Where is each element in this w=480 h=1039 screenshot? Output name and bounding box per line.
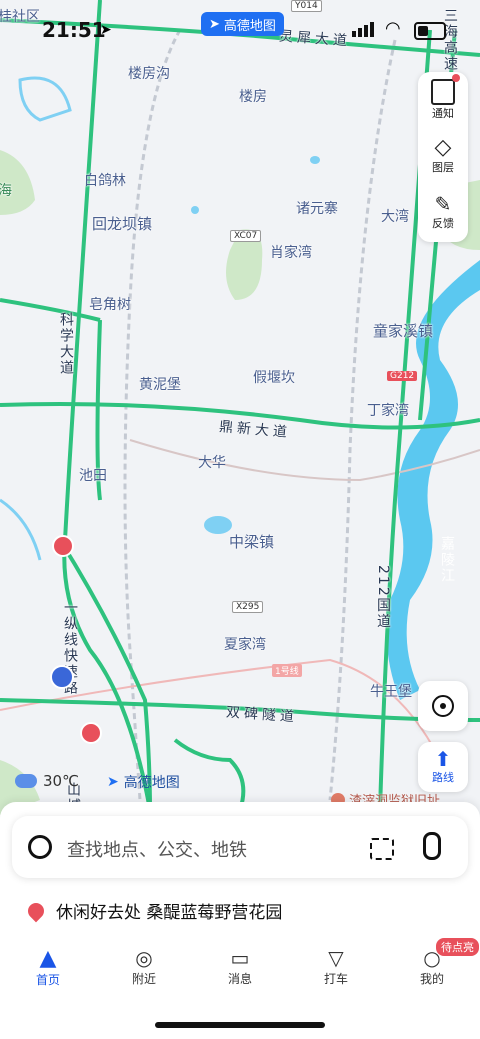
road-label: 科学大道	[58, 312, 74, 376]
notice-button[interactable]: 通知	[418, 72, 468, 128]
place-label[interactable]: 丁家湾	[367, 400, 409, 420]
tab-label: 附近	[131, 972, 156, 986]
tab-label: 打车	[323, 972, 348, 986]
road-code-badge: XC07	[230, 230, 262, 242]
road-code-badge: G212	[387, 371, 418, 381]
cloud-icon	[15, 774, 37, 788]
place-label[interactable]: 大湾	[381, 206, 409, 226]
notice-label: 通知	[432, 107, 454, 120]
notice-icon	[431, 74, 460, 105]
status-time: 21:51	[42, 18, 106, 42]
place-label[interactable]: 诸元寨	[296, 198, 338, 218]
feedback-icon: ✎	[434, 192, 452, 216]
place-label[interactable]: 黄泥堡	[139, 374, 181, 394]
feedback-button[interactable]: ✎ 反馈	[418, 184, 468, 240]
route-arrow-icon: ⬆	[434, 747, 452, 771]
place-label[interactable]: 假堰坎	[253, 367, 295, 387]
map-watermark: ➤ 高德地图	[107, 772, 180, 792]
search-input[interactable]: 查找地点、公交、地铁	[67, 836, 247, 862]
river-label: 嘉陵江	[439, 536, 455, 584]
route-button[interactable]: ⬆ 路线	[418, 742, 468, 792]
metro-line-badge: 1号线	[272, 664, 302, 677]
tab-nearby[interactable]: ◎ 附近	[104, 946, 184, 987]
feedback-label: 反馈	[432, 217, 454, 230]
place-label[interactable]: 楼房	[239, 86, 267, 106]
layers-label: 图层	[432, 161, 454, 174]
send-icon: ➤	[209, 16, 220, 32]
place-label[interactable]: 池田	[79, 465, 107, 485]
bottom-sheet: 查找地点、公交、地铁 休闲好去处 桑醍蓝莓野营花园 ▲ 首页 ◎ 附近 ▭ 消息…	[0, 802, 480, 1039]
brand-name: 高德地图	[223, 18, 276, 34]
edge-label-sea: 海	[0, 183, 12, 199]
tab-badge: 待点亮	[436, 938, 479, 956]
tab-label: 首页	[35, 973, 60, 987]
locate-icon	[432, 695, 454, 717]
place-label[interactable]: 皂角树	[89, 294, 131, 314]
road-code-badge: Y014	[291, 0, 322, 12]
place-label[interactable]: 童家溪镇	[373, 320, 433, 341]
building-icon[interactable]	[50, 665, 74, 689]
battery-icon	[414, 22, 446, 40]
location-arrow-icon: ➤	[100, 22, 112, 38]
weather-widget[interactable]: 30℃	[15, 772, 79, 790]
place-label[interactable]: 肖家湾	[270, 242, 312, 262]
search-bar[interactable]: 查找地点、公交、地铁	[12, 816, 468, 878]
app-brand-pill[interactable]: ➤ 高德地图	[201, 12, 284, 36]
microphone-icon[interactable]	[423, 832, 441, 860]
tab-label: 消息	[227, 972, 252, 986]
message-icon: ▭	[230, 946, 250, 970]
no-entry-icon	[52, 535, 74, 557]
home-icon: ▲	[39, 946, 57, 971]
road-label: 一纵线快速路	[62, 600, 78, 696]
route-label: 路线	[432, 771, 454, 784]
place-label[interactable]: 夏家湾	[224, 634, 266, 654]
tab-bar: ▲ 首页 ◎ 附近 ▭ 消息 ▽ 打车 ○ 我的 待点亮	[0, 938, 480, 1000]
place-label[interactable]: 牛王堡	[370, 681, 412, 701]
road-label: 212国道	[375, 565, 391, 630]
no-entry-icon	[80, 722, 102, 744]
layers-icon: ◇	[434, 135, 452, 160]
location-pin-icon	[24, 899, 48, 922]
locate-button[interactable]	[418, 681, 468, 731]
search-icon	[28, 835, 52, 859]
place-label[interactable]: 中梁镇	[229, 531, 274, 552]
recommendation-tip[interactable]: 休闲好去处 桑醍蓝莓野营花园	[24, 898, 283, 923]
scan-icon[interactable]	[370, 838, 394, 860]
signal-icon	[352, 22, 374, 37]
tab-taxi[interactable]: ▽ 打车	[296, 946, 376, 987]
tip-text: 休闲好去处 桑醍蓝莓野营花园	[56, 903, 283, 923]
send-icon: ➤	[107, 774, 119, 790]
place-label[interactable]: 楼房沟	[128, 63, 170, 83]
notice-dot	[452, 74, 460, 82]
watermark-text: 高德地图	[123, 775, 180, 791]
tab-messages[interactable]: ▭ 消息	[200, 946, 280, 987]
taxi-icon: ▽	[328, 946, 344, 970]
place-label[interactable]: 回龙坝镇	[92, 213, 152, 234]
wifi-icon: ◠	[385, 18, 401, 39]
tab-label: 我的	[419, 972, 444, 986]
home-indicator	[155, 1022, 325, 1028]
tab-home[interactable]: ▲ 首页	[8, 946, 88, 988]
road-code-badge: X295	[232, 601, 264, 613]
location-pin-icon: ◎	[135, 946, 153, 970]
place-label[interactable]: 白鸽林	[84, 170, 126, 190]
layers-button[interactable]: ◇ 图层	[418, 128, 468, 184]
place-label[interactable]: 大华	[198, 452, 226, 472]
map-tools-panel: 通知 ◇ 图层 ✎ 反馈	[418, 72, 468, 242]
weather-temp: 30℃	[43, 772, 79, 790]
